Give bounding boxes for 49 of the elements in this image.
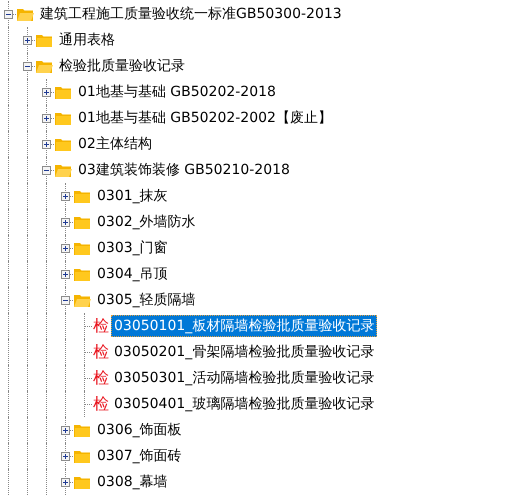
folder-icon <box>74 422 91 438</box>
collapse-icon[interactable] <box>23 62 32 70</box>
folder-icon <box>55 110 72 126</box>
expand-icon[interactable] <box>61 244 70 252</box>
tree-item[interactable]: 0306_饰面板 <box>94 419 185 441</box>
tree-item[interactable]: 0308_幕墙 <box>94 471 171 493</box>
tree-item[interactable]: 0304_吊顶 <box>94 263 171 285</box>
tree-item[interactable]: 02主体结构 <box>75 133 155 155</box>
folder-icon <box>74 474 91 490</box>
tree-item[interactable]: 0301_抹灰 <box>94 185 171 207</box>
tree-item[interactable]: 03050301_活动隔墙检验批质量验收记录 <box>111 367 378 389</box>
expand-icon[interactable] <box>61 426 70 434</box>
tree-item[interactable]: 通用表格 <box>56 29 118 51</box>
folder-icon <box>17 6 34 22</box>
tree-item[interactable]: 0305_轻质隔墙 <box>94 289 199 311</box>
tree-item[interactable]: 建筑工程施工质量验收统一标准GB50300-2013 <box>37 3 345 25</box>
expand-icon[interactable] <box>42 114 51 122</box>
folder-icon <box>55 136 72 152</box>
tree-item[interactable]: 01地基与基础 GB50202-2018 <box>75 81 279 103</box>
tree-item[interactable]: 01地基与基础 GB50202-2002【废止】 <box>75 107 335 129</box>
folder-icon <box>74 292 91 308</box>
tree-item[interactable]: 0302_外墙防水 <box>94 211 199 233</box>
expand-icon[interactable] <box>42 88 51 96</box>
collapse-icon[interactable] <box>42 166 51 174</box>
expand-icon[interactable] <box>61 270 70 278</box>
expand-icon[interactable] <box>61 478 70 486</box>
tree-item[interactable]: 03050201_骨架隔墙检验批质量验收记录 <box>111 341 378 363</box>
tree-item[interactable]: 0307_饰面砖 <box>94 445 185 467</box>
folder-icon <box>36 32 53 48</box>
folder-icon <box>74 266 91 282</box>
expand-icon[interactable] <box>61 192 70 200</box>
expand-icon[interactable] <box>61 218 70 226</box>
expand-icon[interactable] <box>23 36 32 44</box>
collapse-icon[interactable] <box>4 10 13 18</box>
folder-icon <box>74 240 91 256</box>
folder-icon <box>74 188 91 204</box>
folder-icon <box>74 448 91 464</box>
folder-icon <box>74 214 91 230</box>
tree-item[interactable]: 检验批质量验收记录 <box>56 55 188 77</box>
folder-icon <box>36 58 53 74</box>
collapse-icon[interactable] <box>61 296 70 304</box>
expand-icon[interactable] <box>61 452 70 460</box>
tree-item[interactable]: 0303_门窗 <box>94 237 171 259</box>
tree-item[interactable]: 03050401_玻璃隔墙检验批质量验收记录 <box>111 393 378 415</box>
folder-icon <box>55 162 72 178</box>
expand-icon[interactable] <box>42 140 51 148</box>
tree-item[interactable]: 03050101_板材隔墙检验批质量验收记录 <box>111 315 378 337</box>
tree-item[interactable]: 03建筑装饰装修 GB50210-2018 <box>75 159 293 181</box>
folder-icon <box>55 84 72 100</box>
